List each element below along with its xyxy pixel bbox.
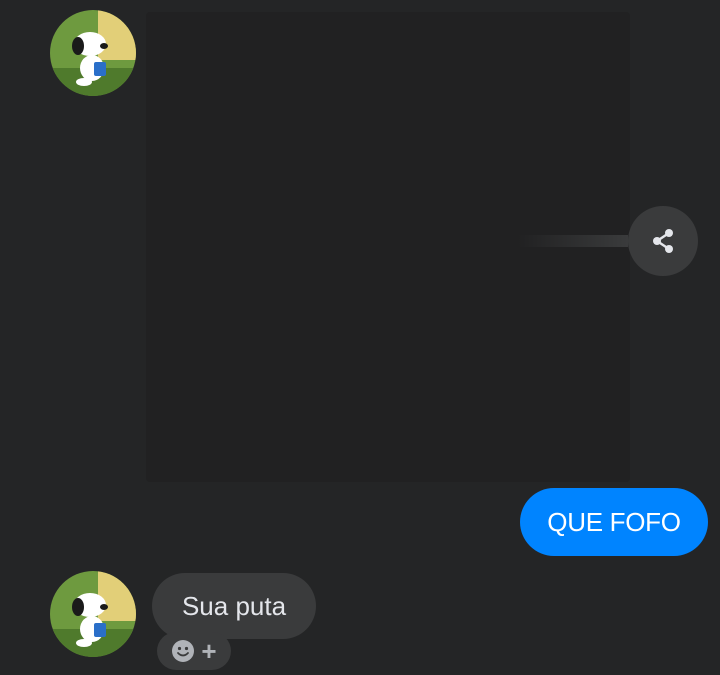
contact-avatar[interactable] [50, 571, 136, 657]
smiley-icon [172, 640, 195, 662]
contact-avatar[interactable] [50, 10, 136, 96]
chat-thread: QUE FOFO Sua puta + [0, 0, 720, 675]
add-reaction-button[interactable]: + [157, 632, 231, 670]
snoopy-avatar-icon [50, 571, 136, 657]
received-message-text: Sua puta [181, 590, 287, 621]
snoopy-avatar-icon [50, 10, 136, 96]
media-edge-line [518, 235, 628, 247]
plus-icon: + [201, 636, 217, 666]
share-button[interactable] [628, 206, 698, 276]
received-message-bubble[interactable]: Sua puta [152, 573, 316, 639]
shared-media-message[interactable] [146, 12, 630, 482]
sent-message-bubble[interactable]: QUE FOFO [520, 488, 708, 556]
sent-message-text: QUE FOFO [547, 506, 681, 537]
share-icon [653, 229, 673, 253]
